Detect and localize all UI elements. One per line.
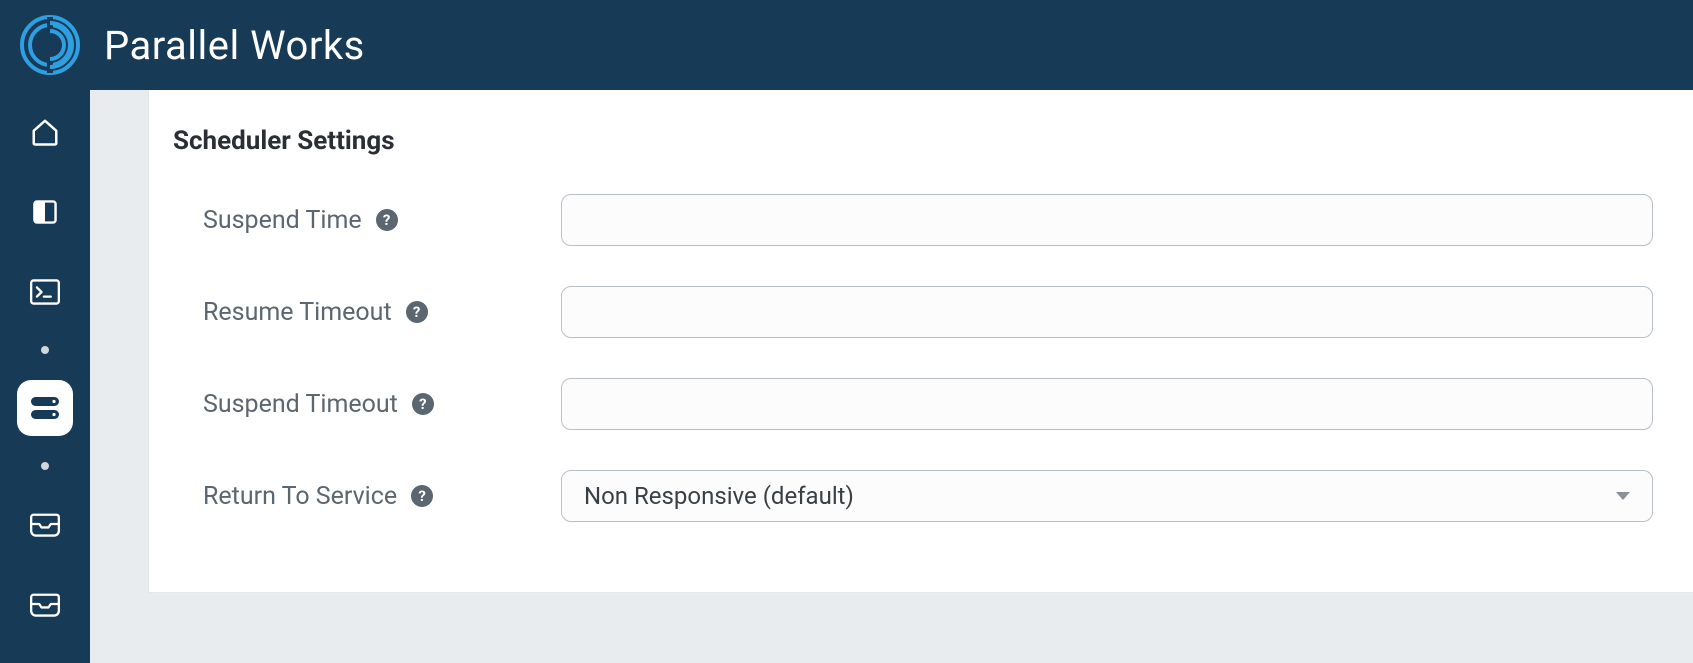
sidebar-separator-dot (41, 346, 49, 354)
sidebar-separator-dot (41, 462, 49, 470)
help-icon[interactable]: ? (376, 209, 398, 231)
terminal-icon (30, 278, 60, 306)
help-icon[interactable]: ? (406, 301, 428, 323)
field-row-resume-timeout: Resume Timeout ? (173, 286, 1653, 338)
suspend-time-input[interactable] (561, 194, 1653, 246)
sidebar-item-storage[interactable] (17, 380, 73, 436)
suspend-timeout-label: Suspend Timeout (203, 390, 398, 419)
layout-icon (31, 198, 59, 226)
sidebar-item-inbox[interactable] (17, 496, 73, 552)
field-label-wrap: Suspend Timeout ? (203, 390, 561, 419)
select-value: Non Responsive (default) (584, 482, 854, 510)
sidebar (0, 90, 90, 663)
app-header: Parallel Works (0, 0, 1693, 90)
return-to-service-label: Return To Service (203, 482, 397, 511)
field-label-wrap: Return To Service ? (203, 482, 561, 511)
main-content: Scheduler Settings Suspend Time ? Resume… (90, 90, 1693, 663)
chevron-down-icon (1616, 492, 1630, 500)
inbox-icon (30, 511, 60, 537)
section-title: Scheduler Settings (173, 126, 1653, 156)
app-root: Parallel Works (0, 0, 1693, 663)
brand-logo-icon (18, 13, 82, 77)
suspend-time-label: Suspend Time (203, 206, 362, 235)
field-row-suspend-time: Suspend Time ? (173, 194, 1653, 246)
storage-icon (29, 395, 61, 421)
suspend-timeout-input[interactable] (561, 378, 1653, 430)
home-icon (30, 117, 60, 147)
field-label-wrap: Suspend Time ? (203, 206, 561, 235)
sidebar-item-layout[interactable] (17, 184, 73, 240)
sidebar-item-home[interactable] (17, 104, 73, 160)
settings-panel: Scheduler Settings Suspend Time ? Resume… (148, 90, 1693, 593)
help-icon[interactable]: ? (412, 393, 434, 415)
brand-name: Parallel Works (104, 22, 365, 69)
inbox-icon (30, 591, 60, 617)
resume-timeout-label: Resume Timeout (203, 298, 392, 327)
field-row-return-to-service: Return To Service ? Non Responsive (defa… (173, 470, 1653, 522)
return-to-service-select[interactable]: Non Responsive (default) (561, 470, 1653, 522)
field-label-wrap: Resume Timeout ? (203, 298, 561, 327)
sidebar-item-terminal[interactable] (17, 264, 73, 320)
help-icon[interactable]: ? (411, 485, 433, 507)
field-row-suspend-timeout: Suspend Timeout ? (173, 378, 1653, 430)
resume-timeout-input[interactable] (561, 286, 1653, 338)
app-body: Scheduler Settings Suspend Time ? Resume… (0, 90, 1693, 663)
sidebar-item-inbox2[interactable] (17, 576, 73, 632)
